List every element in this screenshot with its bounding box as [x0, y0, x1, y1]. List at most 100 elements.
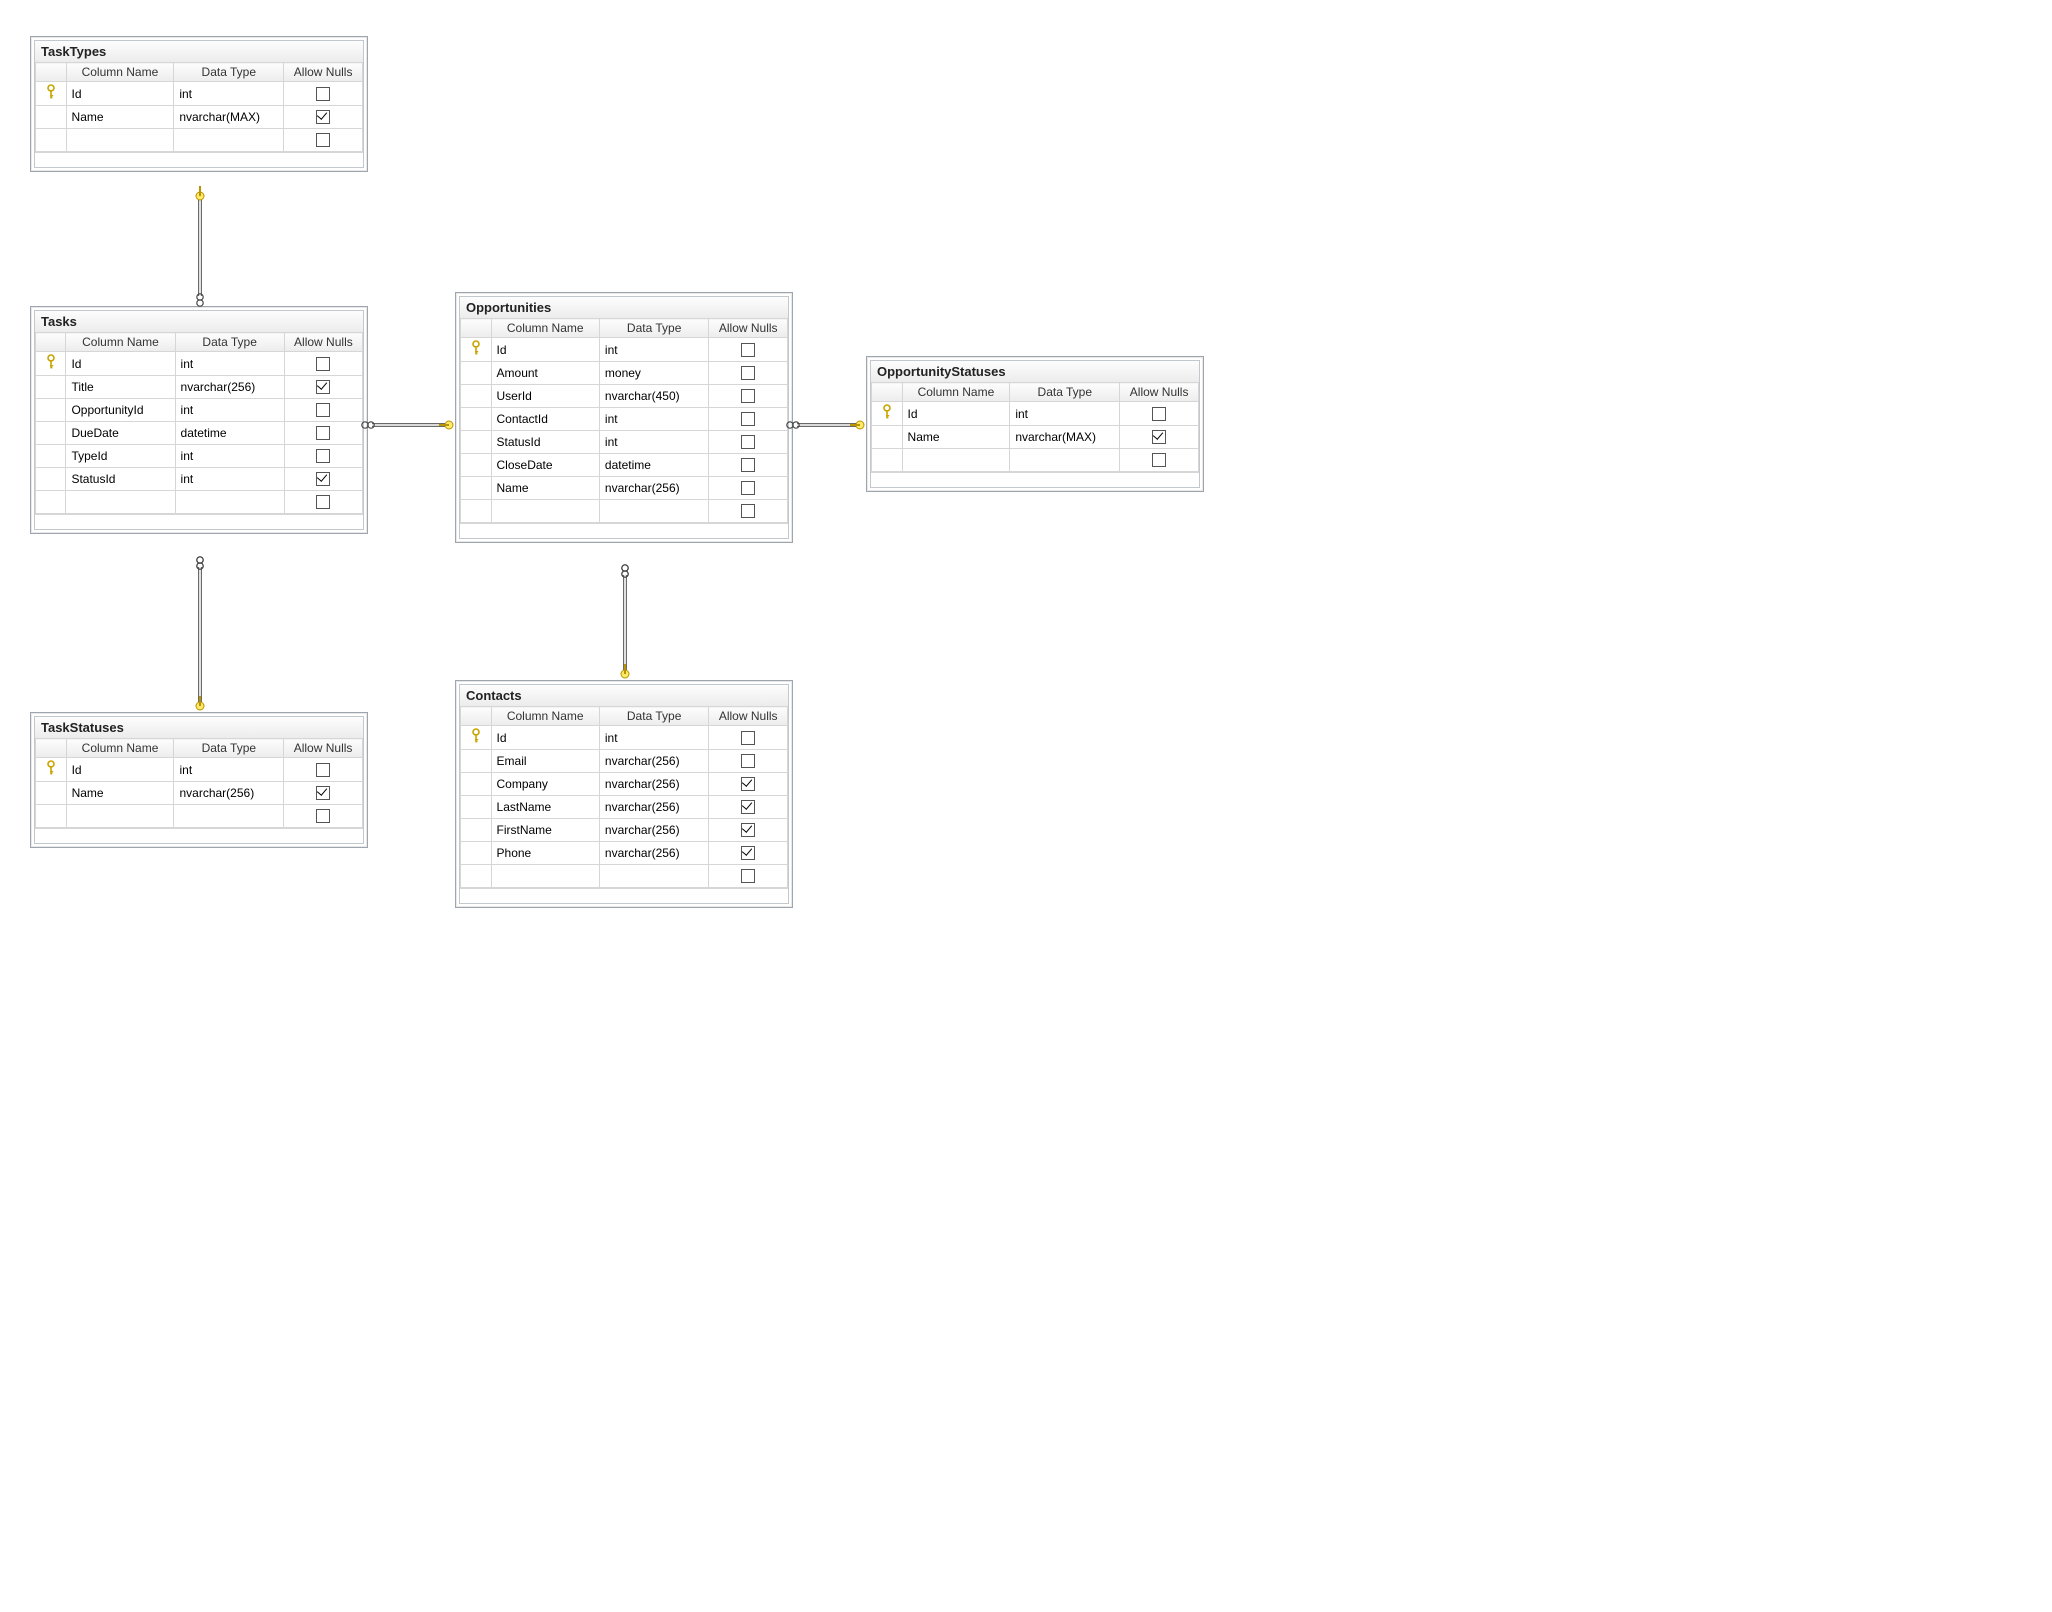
allow-nulls-cell[interactable] — [284, 445, 362, 468]
column-name-cell[interactable]: Name — [491, 477, 599, 500]
allow-nulls-cell[interactable] — [284, 129, 363, 152]
table-TaskStatuses[interactable]: TaskStatusesColumn NameData TypeAllow Nu… — [30, 712, 368, 848]
column-name-cell[interactable] — [66, 805, 174, 828]
data-type-cell[interactable] — [174, 805, 284, 828]
allow-nulls-cell[interactable] — [709, 431, 788, 454]
checkbox-icon[interactable] — [316, 133, 330, 147]
column-name-cell[interactable]: Id — [66, 758, 174, 782]
table-row[interactable]: Idint — [36, 758, 363, 782]
data-type-cell[interactable]: nvarchar(256) — [599, 773, 709, 796]
checkbox-icon[interactable] — [741, 504, 755, 518]
allow-nulls-cell[interactable] — [709, 796, 788, 819]
allow-nulls-cell[interactable] — [709, 865, 788, 888]
column-name-cell[interactable]: StatusId — [66, 468, 175, 491]
allow-nulls-cell[interactable] — [709, 726, 788, 750]
column-name-cell[interactable] — [66, 129, 174, 152]
allow-nulls-cell[interactable] — [709, 773, 788, 796]
checkbox-icon[interactable] — [741, 412, 755, 426]
allow-nulls-cell[interactable] — [284, 352, 362, 376]
table-row[interactable] — [36, 129, 363, 152]
checkbox-icon[interactable] — [741, 777, 755, 791]
allow-nulls-cell[interactable] — [284, 422, 362, 445]
column-name-cell[interactable]: Title — [66, 376, 175, 399]
table-row[interactable]: DueDatedatetime — [36, 422, 363, 445]
column-name-cell[interactable]: StatusId — [491, 431, 599, 454]
table-row[interactable]: Namenvarchar(256) — [36, 782, 363, 805]
column-name-cell[interactable]: UserId — [491, 385, 599, 408]
table-row[interactable]: FirstNamenvarchar(256) — [461, 819, 788, 842]
allow-nulls-cell[interactable] — [709, 750, 788, 773]
table-row[interactable]: TypeIdint — [36, 445, 363, 468]
data-type-cell[interactable]: int — [174, 758, 284, 782]
table-Tasks[interactable]: TasksColumn NameData TypeAllow NullsIdin… — [30, 306, 368, 534]
allow-nulls-cell[interactable] — [284, 82, 363, 106]
column-name-cell[interactable] — [491, 500, 599, 523]
column-name-cell[interactable]: Name — [66, 106, 174, 129]
data-type-cell[interactable]: nvarchar(256) — [174, 782, 284, 805]
checkbox-icon[interactable] — [316, 87, 330, 101]
data-type-cell[interactable]: nvarchar(450) — [599, 385, 709, 408]
column-name-cell[interactable]: Name — [902, 426, 1010, 449]
checkbox-icon[interactable] — [316, 403, 330, 417]
checkbox-icon[interactable] — [741, 754, 755, 768]
checkbox-icon[interactable] — [1152, 407, 1166, 421]
table-row[interactable] — [461, 500, 788, 523]
checkbox-icon[interactable] — [316, 380, 330, 394]
table-row[interactable]: LastNamenvarchar(256) — [461, 796, 788, 819]
table-row[interactable] — [36, 805, 363, 828]
data-type-cell[interactable]: int — [599, 726, 709, 750]
table-row[interactable]: StatusIdint — [36, 468, 363, 491]
column-name-cell[interactable]: LastName — [491, 796, 599, 819]
allow-nulls-cell[interactable] — [284, 399, 362, 422]
column-name-cell[interactable]: Email — [491, 750, 599, 773]
table-row[interactable]: Idint — [36, 82, 363, 106]
table-row[interactable]: Companynvarchar(256) — [461, 773, 788, 796]
data-type-cell[interactable]: nvarchar(256) — [599, 477, 709, 500]
checkbox-icon[interactable] — [741, 481, 755, 495]
data-type-cell[interactable] — [174, 129, 284, 152]
table-row[interactable]: Idint — [872, 402, 1199, 426]
table-row[interactable]: Namenvarchar(MAX) — [36, 106, 363, 129]
allow-nulls-cell[interactable] — [709, 454, 788, 477]
table-row[interactable]: Titlenvarchar(256) — [36, 376, 363, 399]
checkbox-icon[interactable] — [316, 786, 330, 800]
table-row[interactable] — [872, 449, 1199, 472]
table-row[interactable]: Idint — [461, 726, 788, 750]
allow-nulls-cell[interactable] — [709, 408, 788, 431]
allow-nulls-cell[interactable] — [709, 362, 788, 385]
allow-nulls-cell[interactable] — [709, 819, 788, 842]
table-row[interactable]: Namenvarchar(MAX) — [872, 426, 1199, 449]
allow-nulls-cell[interactable] — [284, 491, 362, 514]
checkbox-icon[interactable] — [741, 458, 755, 472]
data-type-cell[interactable]: nvarchar(256) — [599, 819, 709, 842]
checkbox-icon[interactable] — [316, 472, 330, 486]
allow-nulls-cell[interactable] — [709, 338, 788, 362]
column-name-cell[interactable]: Id — [902, 402, 1010, 426]
data-type-cell[interactable]: money — [599, 362, 709, 385]
column-name-cell[interactable]: Id — [66, 352, 175, 376]
data-type-cell[interactable]: int — [1010, 402, 1120, 426]
column-name-cell[interactable]: Id — [66, 82, 174, 106]
table-row[interactable]: Amountmoney — [461, 362, 788, 385]
table-row[interactable]: CloseDatedatetime — [461, 454, 788, 477]
table-row[interactable]: Idint — [36, 352, 363, 376]
column-name-cell[interactable]: TypeId — [66, 445, 175, 468]
data-type-cell[interactable]: nvarchar(MAX) — [174, 106, 284, 129]
column-name-cell[interactable] — [66, 491, 175, 514]
checkbox-icon[interactable] — [316, 110, 330, 124]
checkbox-icon[interactable] — [741, 389, 755, 403]
column-name-cell[interactable]: DueDate — [66, 422, 175, 445]
data-type-cell[interactable]: nvarchar(256) — [599, 750, 709, 773]
checkbox-icon[interactable] — [316, 495, 330, 509]
column-name-cell[interactable]: Name — [66, 782, 174, 805]
data-type-cell[interactable] — [599, 865, 709, 888]
allow-nulls-cell[interactable] — [284, 758, 363, 782]
checkbox-icon[interactable] — [316, 809, 330, 823]
checkbox-icon[interactable] — [741, 800, 755, 814]
checkbox-icon[interactable] — [741, 343, 755, 357]
allow-nulls-cell[interactable] — [709, 842, 788, 865]
data-type-cell[interactable]: int — [175, 468, 284, 491]
allow-nulls-cell[interactable] — [284, 106, 363, 129]
column-name-cell[interactable]: ContactId — [491, 408, 599, 431]
allow-nulls-cell[interactable] — [284, 805, 363, 828]
